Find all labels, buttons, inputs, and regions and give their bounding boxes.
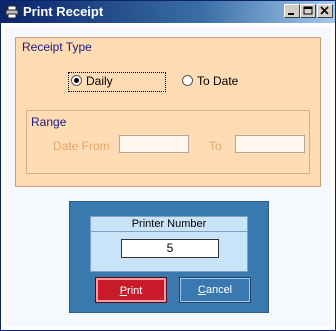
cancel-label-rest: ancel (205, 284, 233, 296)
receipt-type-label: Receipt Type (22, 40, 92, 54)
close-icon (320, 6, 329, 15)
range-group: Range Date From To (26, 110, 310, 174)
date-to-label: To (209, 139, 222, 153)
cancel-accelerator: C (197, 284, 206, 296)
minimize-button[interactable] (284, 4, 300, 18)
printer-number-label: Printer Number (91, 217, 247, 232)
date-from-label: Date From (53, 139, 110, 153)
receipt-type-group: Receipt Type Daily To Date Range Date Fr… (15, 37, 321, 187)
date-from-field[interactable] (119, 135, 189, 153)
dialog-client-area: Receipt Type Daily To Date Range Date Fr… (5, 27, 331, 326)
print-receipt-window: Print Receipt Receipt Type Daily To Date… (0, 0, 336, 331)
daily-option-label[interactable]: Daily (86, 74, 113, 88)
range-label: Range (31, 115, 67, 129)
daily-radio[interactable] (71, 75, 82, 86)
printer-number-box: Printer Number 5 (90, 216, 248, 272)
print-button[interactable]: Print (95, 277, 167, 303)
daily-focus-rect (68, 72, 166, 92)
print-label-rest: rint (127, 285, 143, 297)
maximize-button[interactable] (300, 4, 316, 18)
title-bar[interactable]: Print Receipt (1, 1, 335, 23)
close-button[interactable] (317, 4, 333, 18)
minimize-icon (288, 13, 294, 15)
window-title: Print Receipt (23, 4, 104, 19)
printer-icon (5, 5, 19, 19)
to-date-radio[interactable] (182, 75, 193, 86)
maximize-icon (303, 6, 313, 15)
print-accelerator: P (119, 285, 128, 297)
printer-number-field[interactable]: 5 (121, 239, 219, 258)
to-date-option-label[interactable]: To Date (197, 74, 238, 88)
date-to-field[interactable] (235, 135, 305, 153)
printer-panel: Printer Number 5 Print Cancel (69, 201, 269, 313)
cancel-button[interactable]: Cancel (179, 277, 251, 303)
